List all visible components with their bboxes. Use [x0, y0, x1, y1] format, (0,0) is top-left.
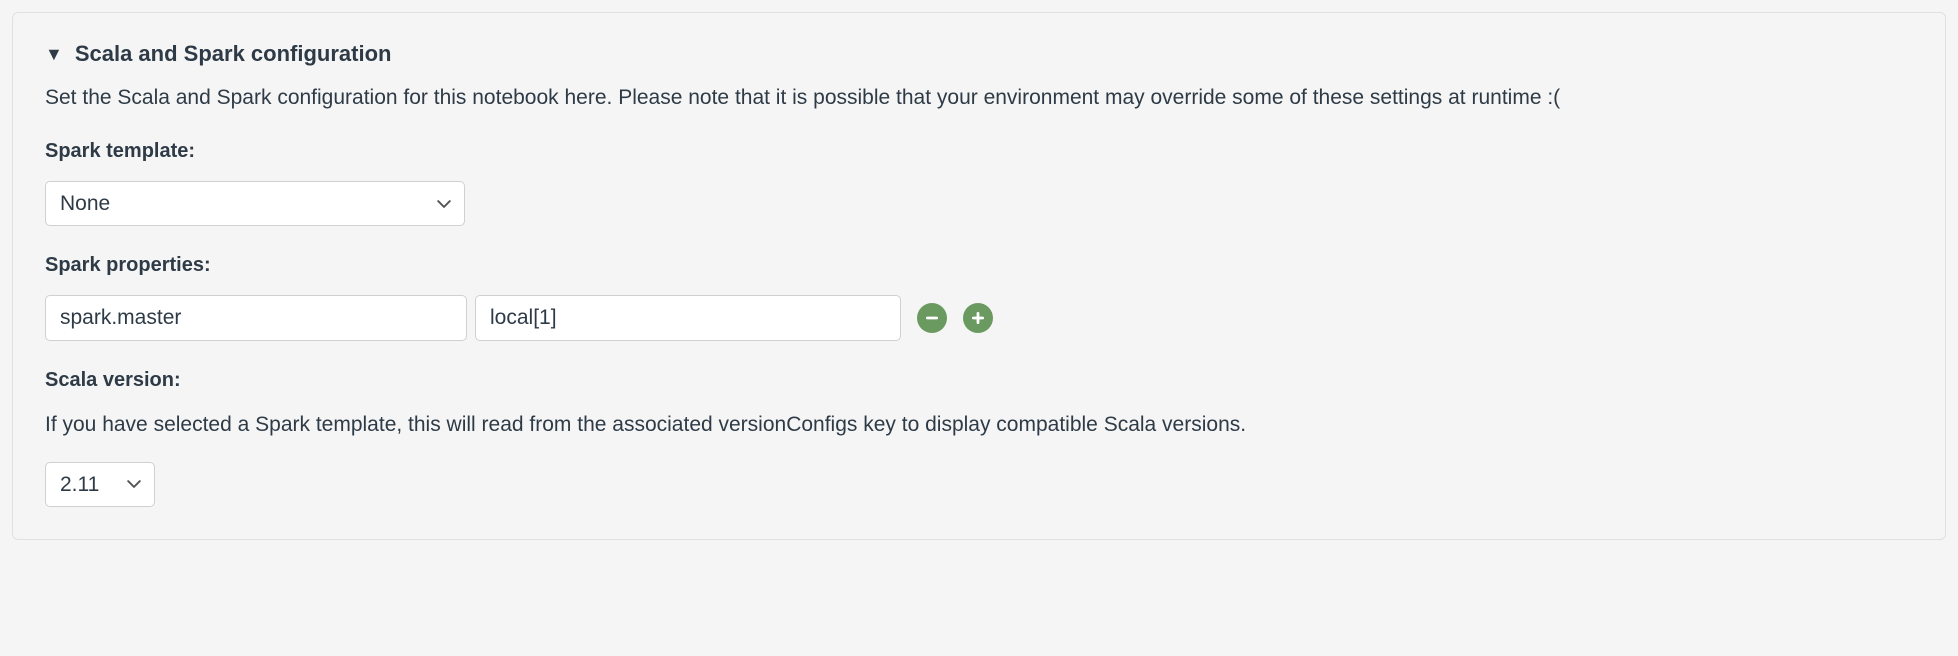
spark-properties-label: Spark properties: — [45, 254, 1913, 277]
scala-version-label: Scala version: — [45, 369, 1913, 392]
spark-property-key-input[interactable] — [45, 295, 467, 341]
spark-template-label: Spark template: — [45, 140, 1913, 163]
section-description: Set the Scala and Spark configuration fo… — [45, 83, 1913, 112]
spark-property-row — [45, 295, 1913, 341]
minus-icon — [923, 309, 941, 327]
add-property-button[interactable] — [963, 303, 993, 333]
spark-template-select-wrapper: None — [45, 181, 465, 226]
scala-version-select[interactable]: 2.11 — [45, 462, 155, 507]
spark-property-value-input[interactable] — [475, 295, 901, 341]
scala-version-helper: If you have selected a Spark template, t… — [45, 410, 1913, 439]
plus-icon — [969, 309, 987, 327]
spark-template-select[interactable]: None — [45, 181, 465, 226]
config-panel: ▼ Scala and Spark configuration Set the … — [12, 12, 1946, 540]
section-title: Scala and Spark configuration — [75, 41, 392, 67]
scala-version-select-wrapper: 2.11 — [45, 462, 155, 507]
section-header[interactable]: ▼ Scala and Spark configuration — [45, 41, 1913, 67]
collapse-triangle-icon: ▼ — [45, 45, 63, 63]
remove-property-button[interactable] — [917, 303, 947, 333]
